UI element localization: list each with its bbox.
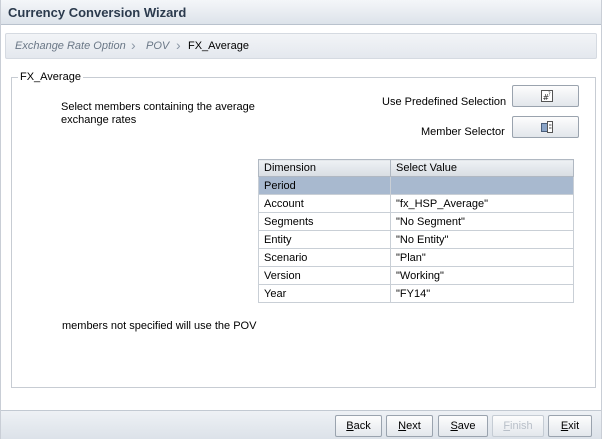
chevron-right-icon: › bbox=[131, 37, 136, 53]
next-button[interactable]: Next bbox=[386, 415, 433, 437]
column-header-dimension[interactable]: Dimension bbox=[258, 159, 391, 177]
dimension-cell[interactable]: Period bbox=[258, 176, 391, 195]
value-cell[interactable]: "Plan" bbox=[390, 248, 574, 267]
dimension-cell[interactable]: Version bbox=[258, 266, 391, 285]
dimension-cell[interactable]: Entity bbox=[258, 230, 391, 249]
predefined-selection-icon: # ? bbox=[541, 90, 553, 102]
pov-note: members not specified will use the POV bbox=[62, 320, 257, 332]
predefined-selection-button[interactable]: # ? bbox=[512, 85, 579, 107]
panel-description: Select members containing the average ex… bbox=[61, 101, 255, 126]
breadcrumb: Exchange Rate Option › POV › FX_Average bbox=[5, 33, 597, 59]
value-cell[interactable] bbox=[390, 176, 574, 195]
column-header-select-value[interactable]: Select Value bbox=[390, 159, 574, 177]
dimension-table: Dimension Select Value Period Account "f… bbox=[258, 159, 574, 303]
predefined-selection-label: Use Predefined Selection bbox=[382, 96, 507, 108]
title-bar: Currency Conversion Wizard bbox=[1, 0, 601, 25]
finish-button[interactable]: Finish bbox=[492, 415, 544, 437]
table-row[interactable]: Segments "No Segment" bbox=[258, 212, 574, 231]
value-cell[interactable]: "FY14" bbox=[390, 284, 574, 303]
value-cell[interactable]: "Working" bbox=[390, 266, 574, 285]
member-selector-button[interactable] bbox=[512, 116, 579, 138]
svg-text:?: ? bbox=[548, 92, 551, 98]
table-row[interactable]: Scenario "Plan" bbox=[258, 248, 574, 267]
table-header-row: Dimension Select Value bbox=[258, 159, 574, 177]
panel-legend: FX_Average bbox=[18, 71, 83, 83]
table-row[interactable]: Version "Working" bbox=[258, 266, 574, 285]
member-selector-label: Member Selector bbox=[421, 126, 505, 138]
dimension-cell[interactable]: Year bbox=[258, 284, 391, 303]
dimension-cell[interactable]: Account bbox=[258, 194, 391, 213]
window-title: Currency Conversion Wizard bbox=[8, 5, 187, 20]
value-cell[interactable]: "No Entity" bbox=[390, 230, 574, 249]
value-cell[interactable]: "No Segment" bbox=[390, 212, 574, 231]
breadcrumb-item-pov[interactable]: POV bbox=[146, 40, 169, 52]
back-button[interactable]: Back bbox=[335, 415, 382, 437]
breadcrumb-current: FX_Average bbox=[188, 40, 249, 52]
member-selector-icon bbox=[541, 121, 553, 133]
value-cell[interactable]: "fx_HSP_Average" bbox=[390, 194, 574, 213]
table-row[interactable]: Entity "No Entity" bbox=[258, 230, 574, 249]
dimension-cell[interactable]: Scenario bbox=[258, 248, 391, 267]
chevron-right-icon: › bbox=[176, 37, 181, 53]
exit-button[interactable]: Exit bbox=[548, 415, 592, 437]
breadcrumb-item-exchange-rate-option[interactable]: Exchange Rate Option bbox=[15, 40, 126, 52]
table-row[interactable]: Period bbox=[258, 176, 574, 195]
table-row[interactable]: Account "fx_HSP_Average" bbox=[258, 194, 574, 213]
table-row[interactable]: Year "FY14" bbox=[258, 284, 574, 303]
wizard-window: Currency Conversion Wizard Exchange Rate… bbox=[0, 0, 602, 439]
dimension-cell[interactable]: Segments bbox=[258, 212, 391, 231]
save-button[interactable]: Save bbox=[438, 415, 488, 437]
